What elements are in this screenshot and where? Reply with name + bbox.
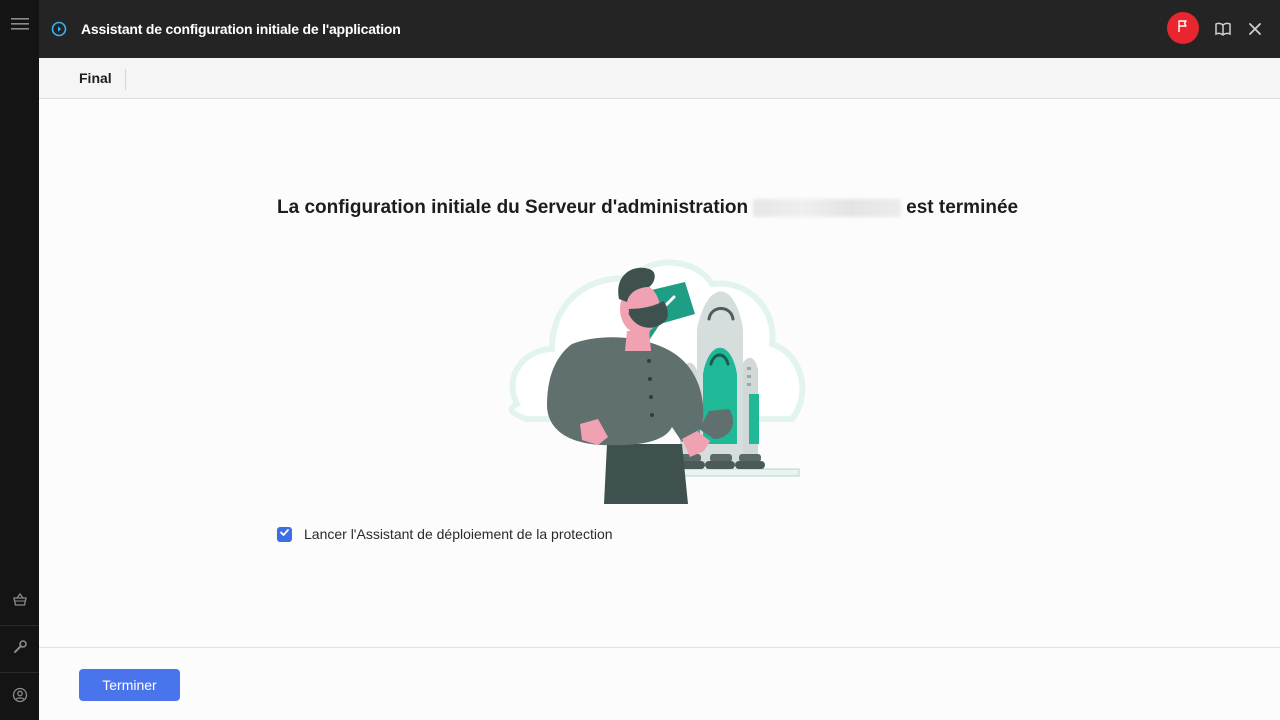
book-icon[interactable]	[1213, 19, 1233, 39]
wrench-icon[interactable]	[10, 637, 30, 657]
tab-final[interactable]: Final	[79, 70, 112, 86]
headline-text-end: est terminée	[906, 197, 1019, 218]
deploy-wizard-checkbox-row[interactable]: Lancer l'Assistant de déploiement de la …	[277, 526, 613, 542]
close-icon[interactable]	[1245, 19, 1265, 39]
completion-headline: La configuration initiale du Serveur d'a…	[277, 197, 1018, 219]
window-title: Assistant de configuration initiale de l…	[81, 21, 401, 37]
flag-icon	[1176, 19, 1190, 38]
deploy-wizard-checkbox-label[interactable]: Lancer l'Assistant de déploiement de la …	[304, 526, 613, 542]
step-tabbar: Final	[39, 58, 1280, 99]
play-circle-icon	[51, 21, 67, 37]
rail-divider	[0, 625, 39, 626]
tab-divider	[125, 69, 126, 90]
deploy-wizard-checkbox[interactable]	[277, 525, 292, 543]
headline-text-start: La configuration initiale du Serveur d'a…	[277, 197, 749, 218]
wizard-footer: Terminer	[39, 647, 1280, 720]
user-circle-icon[interactable]	[10, 685, 30, 705]
finish-button[interactable]: Terminer	[79, 669, 180, 701]
flag-button[interactable]	[1167, 12, 1199, 44]
wizard-titlebar: Assistant de configuration initiale de l…	[39, 0, 1280, 58]
wizard-content: La configuration initiale du Serveur d'a…	[39, 99, 1280, 647]
redacted-server-name	[753, 199, 902, 217]
success-illustration	[497, 239, 807, 504]
menu-icon[interactable]	[10, 14, 30, 34]
left-sidebar	[0, 0, 39, 720]
rail-divider	[0, 672, 39, 673]
basket-icon[interactable]	[10, 590, 30, 610]
checkmark-icon	[279, 525, 290, 543]
